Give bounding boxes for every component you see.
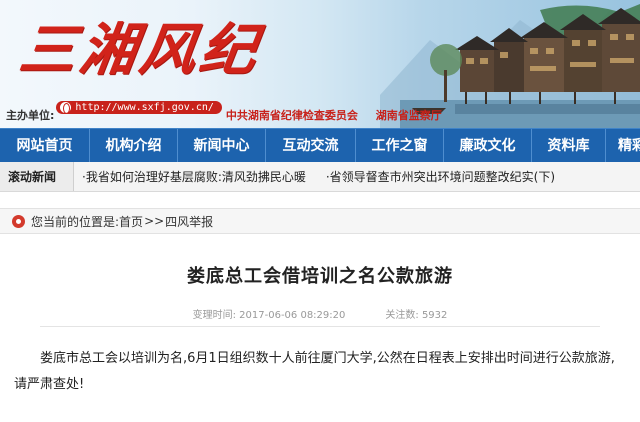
host-info: 主办单位: http://www.sxfj.gov.cn/ 中共湖南省纪律检查委…: [6, 100, 442, 124]
nav-item-archive[interactable]: 资料库: [532, 129, 606, 162]
news-ticker: 滚动新闻 ·我省如何治理好基层腐败:清风劲拂民心暖 ·省领导督查市州突出环境问题…: [0, 162, 640, 192]
article-views: 关注数: 5932: [385, 306, 447, 324]
nav-item-news[interactable]: 新闻中心: [178, 129, 266, 162]
nav-item-home[interactable]: 网站首页: [0, 129, 90, 162]
nav-item-work[interactable]: 工作之窗: [356, 129, 444, 162]
host-orgs: 中共湖南省纪律检查委员会 湖南省监察厅: [226, 107, 442, 123]
host-org-commission: 中共湖南省纪律检查委员会: [225, 109, 358, 122]
breadcrumb-separator: >>: [144, 214, 165, 228]
site-banner: 三湘风纪 主办单位: http://www.sxfj.gov.cn/ 中共湖南省…: [0, 0, 640, 128]
location-pin-icon: [12, 214, 25, 228]
site-url-link[interactable]: http://www.sxfj.gov.cn/: [56, 100, 222, 114]
ticker-label: 滚动新闻: [0, 162, 74, 191]
host-org-supervision: 湖南省监察厅: [375, 109, 442, 122]
breadcrumb-current-link[interactable]: 四风举报: [165, 213, 213, 230]
article-views-label: 关注数:: [385, 310, 419, 321]
ticker-news-link[interactable]: ·我省如何治理好基层腐败:清风劲拂民心暖: [82, 168, 306, 185]
breadcrumb-prefix: 您当前的位置是:: [31, 214, 120, 229]
article-time-value: 2017-06-06 08:29:20: [239, 310, 346, 321]
breadcrumb-home-link[interactable]: 首页: [119, 213, 143, 230]
article-views-value: 5932: [421, 310, 448, 321]
site-url-text: http://www.sxfj.gov.cn/: [75, 101, 214, 113]
ticker-news-link[interactable]: ·省领导督查市州突出环境问题整改纪实(下): [326, 168, 555, 185]
article-time-label: 变理时间:: [192, 310, 236, 321]
site-logo[interactable]: 三湘风纪: [14, 10, 265, 90]
nav-item-organization[interactable]: 机构介绍: [90, 129, 178, 162]
nav-item-highlights[interactable]: 精彩: [606, 129, 640, 162]
nav-item-interaction[interactable]: 互动交流: [266, 129, 356, 162]
meta-divider: [40, 326, 600, 327]
article-body: 娄底市总工会以培训为名,6月1日组织数十人前往厦门大学,公然在日程表上安排出时间…: [14, 351, 615, 392]
host-label: 主办单位:: [6, 109, 55, 122]
article-time: 变理时间: 2017-06-06 08:29:20: [193, 306, 346, 324]
globe-icon: [60, 101, 72, 114]
breadcrumb: 您当前的位置是: 首页 >> 四风举报: [0, 208, 640, 234]
article-title: 娄底总工会借培训之名公款旅游: [187, 266, 453, 287]
article-meta: 变理时间: 2017-06-06 08:29:20 关注数: 5932: [0, 306, 640, 324]
main-nav: 网站首页 机构介绍 新闻中心 互动交流 工作之窗 廉政文化 资料库 精彩: [0, 128, 640, 162]
nav-item-integrity-culture[interactable]: 廉政文化: [444, 129, 532, 162]
